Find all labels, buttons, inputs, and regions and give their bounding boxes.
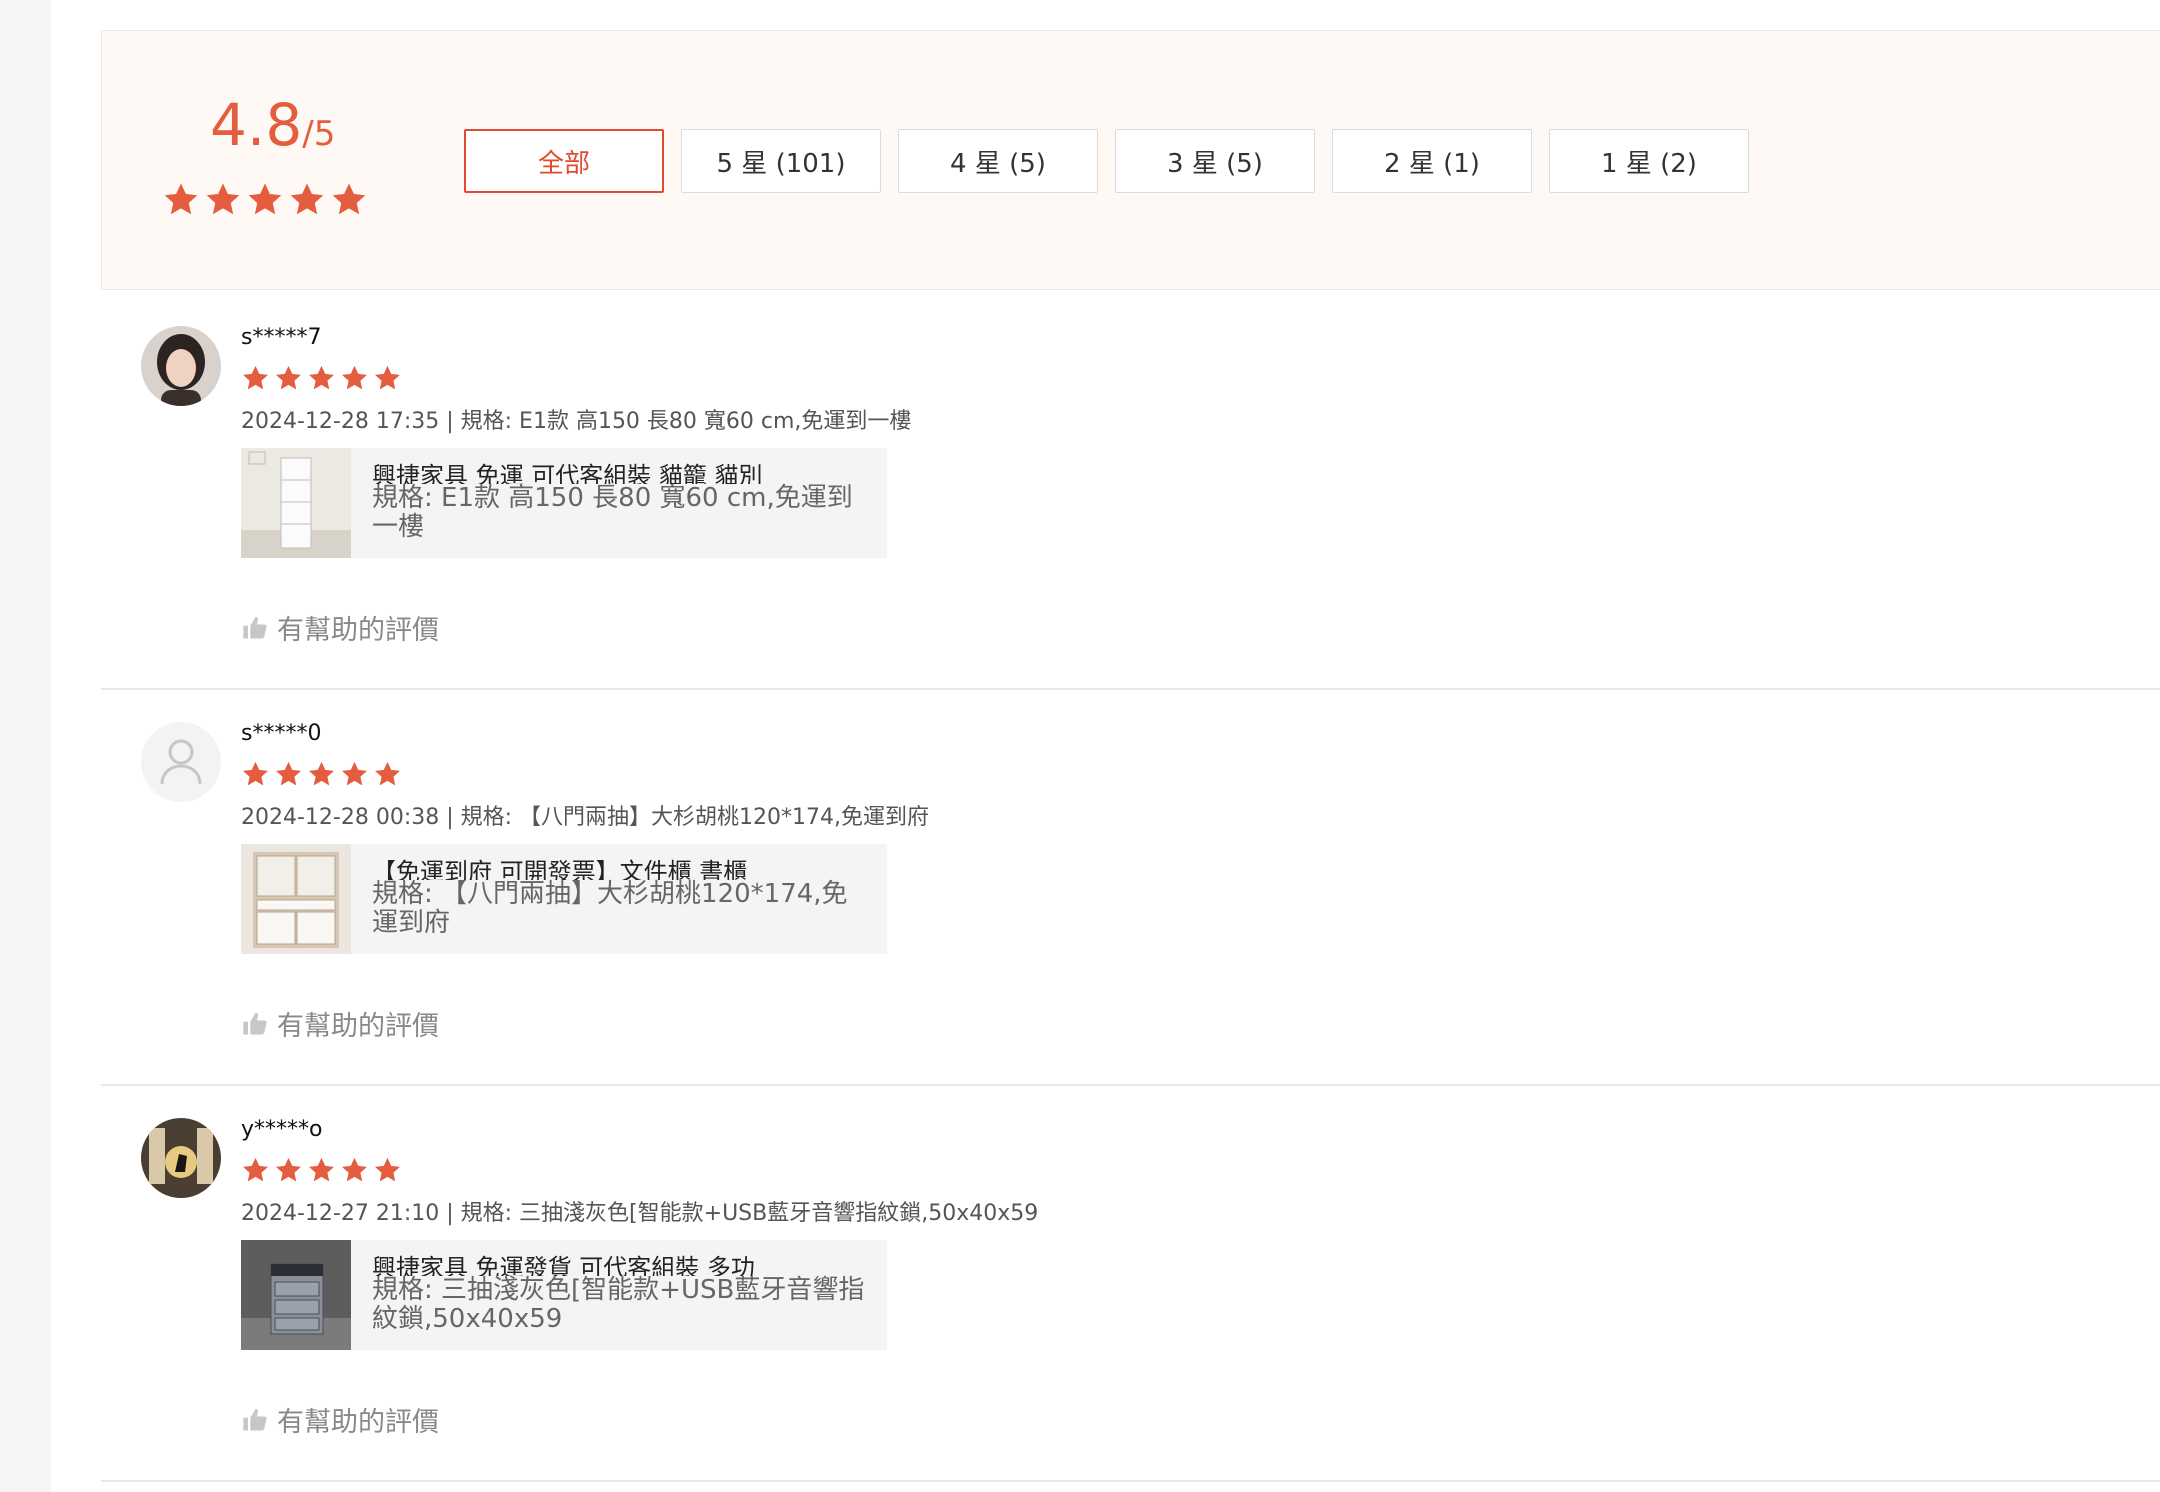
product-thumbnail	[241, 844, 351, 954]
default-user-icon	[160, 739, 202, 785]
star-icon	[274, 1156, 303, 1185]
review-meta: 2024-12-28 00:38 | 規格: 【八門兩抽】大杉胡桃120*174…	[241, 805, 930, 830]
star-icon	[274, 760, 303, 789]
average-stars	[162, 181, 368, 219]
product-spec: 規格: 三抽淺灰色[智能款+USB藍牙音響指紋鎖,50x40x59	[372, 1275, 865, 1334]
reviewer-name: y*****o	[241, 1117, 323, 1142]
helpful-label: 有幫助的評價	[277, 1011, 439, 1042]
filter-3-star-button[interactable]: 3 星 (5)	[1115, 129, 1315, 193]
product-title: 興捷家具 免運發貨 可代客組裝 多功	[372, 1254, 755, 1276]
star-icon	[241, 364, 270, 393]
product-card[interactable]: 興捷家具 免運發貨 可代客組裝 多功 規格: 三抽淺灰色[智能款+USB藍牙音響…	[241, 1240, 887, 1350]
star-icon	[340, 760, 369, 789]
product-spec: 規格: 【八門兩抽】大杉胡桃120*174,免運到府	[372, 879, 848, 938]
review-stars	[241, 1156, 402, 1185]
product-image-icon	[241, 448, 351, 558]
star-icon	[162, 181, 200, 219]
average-score: 4.8/5	[210, 96, 335, 154]
helpful-button[interactable]: 有幫助的評價	[241, 1004, 439, 1043]
review-item: s*****7 2024-12-28 17:35 | 規格: E1款 高150 …	[101, 294, 2160, 690]
filter-2-star-button[interactable]: 2 星 (1)	[1332, 129, 1532, 193]
filter-all-button[interactable]: 全部	[464, 129, 664, 193]
product-title: 興捷家具 免運 可代客組裝 貓籠 貓別	[372, 462, 763, 484]
star-icon	[307, 760, 336, 789]
thumbs-up-icon	[241, 1406, 269, 1434]
review-item: s*****0 2024-12-28 00:38 | 規格: 【八門兩抽】大杉胡…	[101, 690, 2160, 1086]
reviewer-name: s*****7	[241, 325, 322, 350]
avatar[interactable]	[141, 326, 221, 406]
helpful-button[interactable]: 有幫助的評價	[241, 1400, 439, 1439]
helpful-label: 有幫助的評價	[277, 1407, 439, 1438]
product-title: 【免運到府 可開發票】文件櫃 書櫃	[372, 858, 748, 880]
product-info: 【免運到府 可開發票】文件櫃 書櫃 規格: 【八門兩抽】大杉胡桃120*174,…	[372, 858, 872, 938]
star-icon	[340, 364, 369, 393]
product-thumbnail	[241, 448, 351, 558]
star-icon	[307, 1156, 336, 1185]
star-icon	[373, 1156, 402, 1185]
left-gutter	[0, 0, 51, 1492]
filter-5-star-button[interactable]: 5 星 (101)	[681, 129, 881, 193]
product-thumbnail	[241, 1240, 351, 1350]
product-info: 興捷家具 免運發貨 可代客組裝 多功 規格: 三抽淺灰色[智能款+USB藍牙音響…	[372, 1254, 872, 1334]
avatar[interactable]	[141, 722, 221, 802]
product-spec: 規格: E1款 高150 長80 寬60 cm,免運到一樓	[372, 483, 853, 542]
product-image-icon	[241, 1240, 351, 1350]
avatar[interactable]	[141, 1118, 221, 1198]
product-image-icon	[241, 844, 351, 954]
product-info: 興捷家具 免運 可代客組裝 貓籠 貓別 規格: E1款 高150 長80 寬60…	[372, 462, 872, 542]
score-value: 4.8	[210, 91, 303, 159]
user-photo-icon	[141, 326, 221, 406]
rating-summary: 4.8/5 全部 5 星 (101) 4 星 (5) 3 星 (5) 2 星 (…	[101, 30, 2160, 290]
star-icon	[274, 364, 303, 393]
star-icon	[330, 181, 368, 219]
star-icon	[241, 760, 270, 789]
review-stars	[241, 364, 402, 393]
star-icon	[307, 364, 336, 393]
reviewer-name: s*****0	[241, 721, 322, 746]
review-meta: 2024-12-28 17:35 | 規格: E1款 高150 長80 寬60 …	[241, 409, 912, 434]
star-icon	[288, 181, 326, 219]
filter-4-star-button[interactable]: 4 星 (5)	[898, 129, 1098, 193]
rating-filter-bar: 全部 5 星 (101) 4 星 (5) 3 星 (5) 2 星 (1) 1 星…	[464, 129, 1749, 193]
review-stars	[241, 760, 402, 789]
user-photo-icon	[141, 1118, 221, 1198]
review-item: y*****o 2024-12-27 21:10 | 規格: 三抽淺灰色[智能款…	[101, 1086, 2160, 1482]
helpful-button[interactable]: 有幫助的評價	[241, 608, 439, 647]
product-card[interactable]: 興捷家具 免運 可代客組裝 貓籠 貓別 規格: E1款 高150 長80 寬60…	[241, 448, 887, 558]
star-icon	[246, 181, 284, 219]
star-icon	[373, 364, 402, 393]
product-card[interactable]: 【免運到府 可開發票】文件櫃 書櫃 規格: 【八門兩抽】大杉胡桃120*174,…	[241, 844, 887, 954]
thumbs-up-icon	[241, 1010, 269, 1038]
star-icon	[204, 181, 242, 219]
star-icon	[241, 1156, 270, 1185]
review-meta: 2024-12-27 21:10 | 規格: 三抽淺灰色[智能款+USB藍牙音響…	[241, 1201, 1039, 1226]
thumbs-up-icon	[241, 614, 269, 642]
star-icon	[373, 760, 402, 789]
filter-1-star-button[interactable]: 1 星 (2)	[1549, 129, 1749, 193]
helpful-label: 有幫助的評價	[277, 615, 439, 646]
score-max: /5	[302, 114, 336, 154]
star-icon	[340, 1156, 369, 1185]
